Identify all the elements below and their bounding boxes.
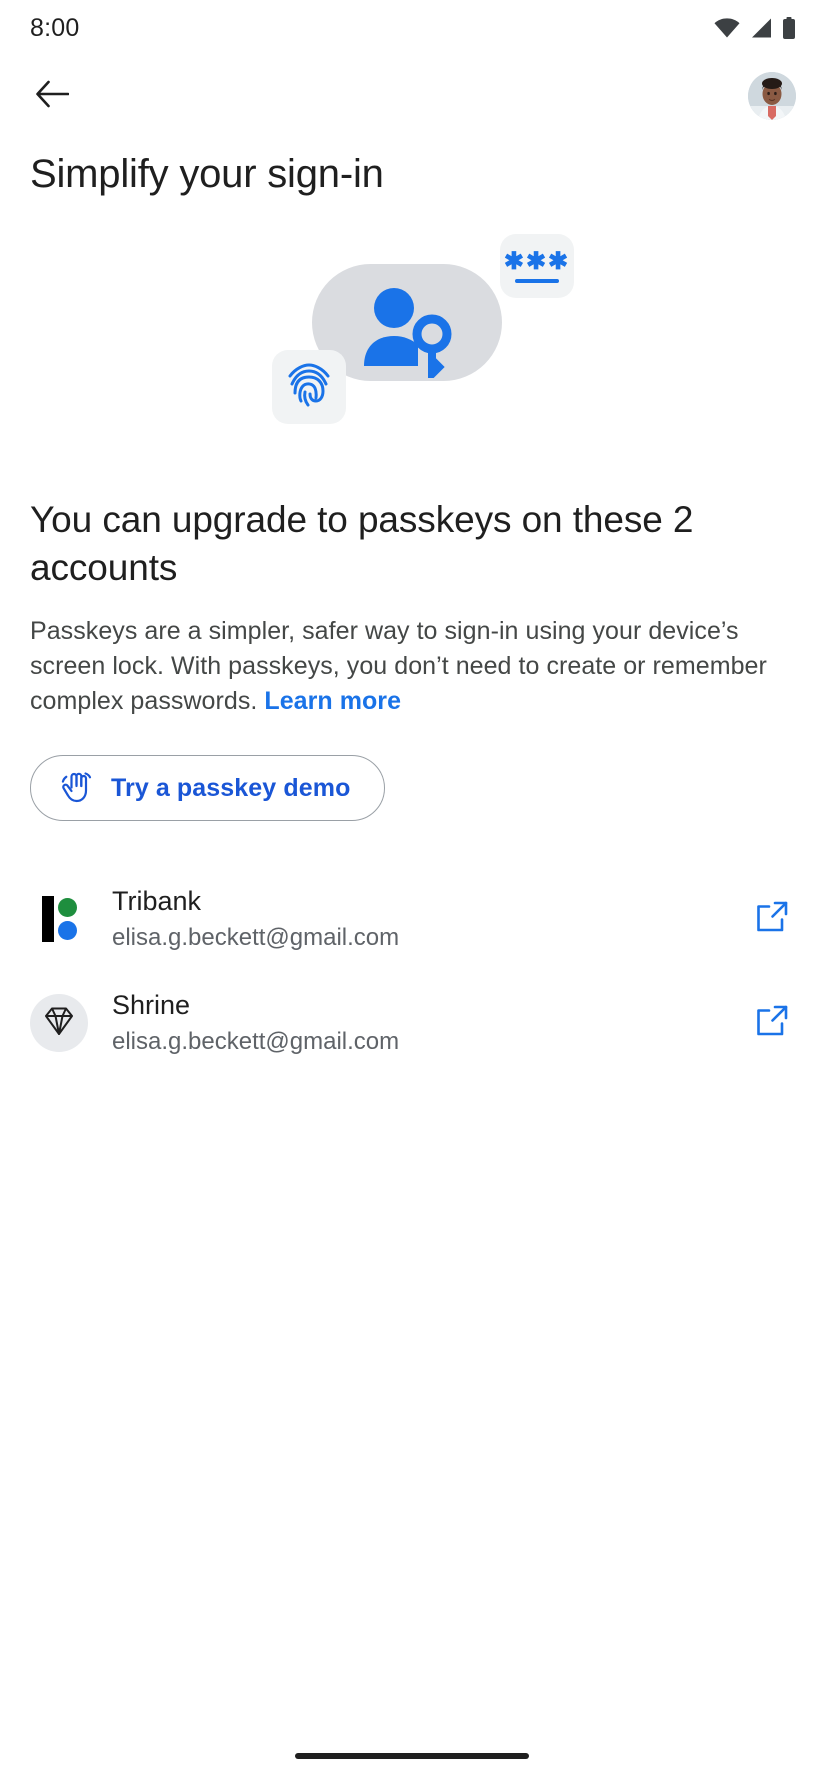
open-in-new-icon	[755, 1004, 789, 1043]
wifi-icon	[714, 18, 740, 38]
table-row[interactable]: Tribank elisa.g.beckett@gmail.com	[0, 867, 824, 971]
try-passkey-demo-label: Try a passkey demo	[111, 773, 351, 802]
account-name: Tribank	[112, 886, 202, 917]
open-in-new-button[interactable]	[744, 995, 800, 1051]
learn-more-link[interactable]: Learn more	[264, 687, 401, 715]
person-with-key-icon	[360, 282, 456, 384]
home-gesture-handle[interactable]	[295, 1753, 529, 1759]
status-bar-icons	[714, 17, 796, 39]
password-card: ✱✱✱	[500, 234, 574, 298]
open-in-new-button[interactable]	[744, 891, 800, 947]
status-bar-clock: 8:00	[30, 13, 80, 42]
back-arrow-icon	[35, 79, 70, 114]
tribank-logo	[30, 890, 88, 948]
tribank-green-dot	[58, 898, 77, 918]
account-name: Shrine	[112, 990, 191, 1021]
status-bar: 8:00	[0, 0, 824, 56]
account-email: elisa.g.beckett@gmail.com	[112, 923, 400, 951]
table-row[interactable]: Shrine elisa.g.beckett@gmail.com	[0, 971, 824, 1075]
account-text: Shrine elisa.g.beckett@gmail.com	[112, 989, 744, 1057]
touch-hand-icon	[59, 768, 93, 809]
body-text-block: Passkeys are a simpler, safer way to sig…	[0, 592, 824, 719]
app-bar	[0, 56, 824, 136]
account-list: Tribank elisa.g.beckett@gmail.com Shrine…	[0, 821, 824, 1075]
demo-button-row: Try a passkey demo	[0, 719, 824, 822]
fingerprint-icon	[284, 360, 334, 415]
try-passkey-demo-button[interactable]: Try a passkey demo	[30, 755, 386, 822]
avatar[interactable]	[748, 72, 796, 120]
diamond-icon	[42, 1004, 76, 1043]
open-in-new-icon	[755, 900, 789, 939]
system-navigation-bar	[0, 1728, 824, 1784]
shrine-diamond-logo	[30, 994, 88, 1053]
tribank-bar	[42, 896, 54, 943]
hero-illustration: ✱✱✱	[0, 224, 824, 496]
back-button[interactable]	[24, 68, 80, 124]
password-masked-value: ✱✱✱	[503, 247, 571, 275]
password-underline	[515, 278, 559, 283]
tribank-blue-dot	[58, 921, 77, 941]
fingerprint-card	[272, 350, 346, 424]
account-text: Tribank elisa.g.beckett@gmail.com	[112, 885, 744, 953]
account-email: elisa.g.beckett@gmail.com	[112, 1027, 400, 1055]
cellular-signal-icon	[749, 18, 773, 38]
headline: You can upgrade to passkeys on these 2 a…	[30, 499, 694, 589]
page-title: Simplify your sign-in	[30, 152, 384, 196]
battery-icon	[782, 17, 796, 39]
